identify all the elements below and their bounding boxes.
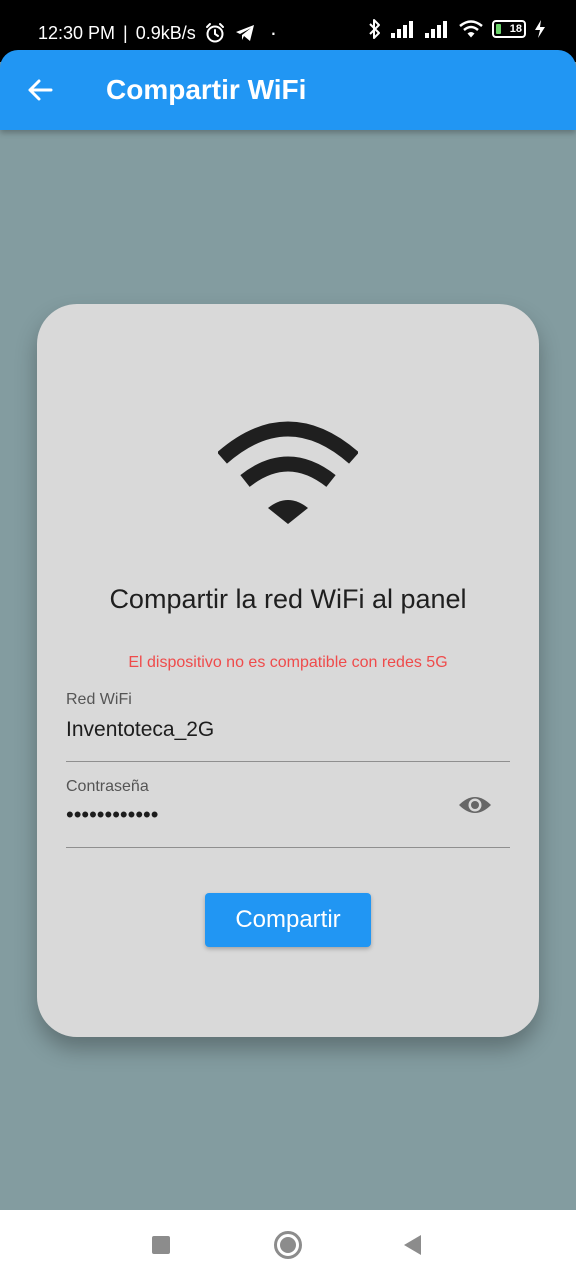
- password-underline: [66, 847, 510, 848]
- compatibility-warning: El dispositivo no es compatible con rede…: [128, 654, 448, 671]
- home-icon-inner: [280, 1237, 296, 1253]
- recents-icon[interactable]: [152, 1236, 170, 1254]
- app-title: Compartir WiFi: [106, 74, 307, 105]
- app-bar: Compartir WiFi: [0, 50, 576, 130]
- password-field[interactable]: ••••••••••••: [66, 802, 158, 828]
- signal-icon: [391, 21, 413, 38]
- system-nav-bar: [0, 1210, 576, 1280]
- back-icon[interactable]: [404, 1235, 421, 1255]
- battery-fill: [496, 24, 501, 34]
- arrow-left-icon: [28, 79, 53, 101]
- alarm-icon: [205, 23, 224, 43]
- password-label: Contraseña: [66, 778, 149, 795]
- network-speed: 0.9kB/s: [135, 22, 196, 43]
- card-title: Compartir la red WiFi al panel: [109, 584, 467, 614]
- back-button[interactable]: [22, 72, 58, 108]
- signal-icon-2: [425, 21, 447, 38]
- telegram-icon: [235, 25, 254, 41]
- charging-icon: [535, 20, 545, 38]
- wifi-network-field[interactable]: Inventoteca_2G: [66, 718, 214, 742]
- status-time: 12:30 PM: [38, 22, 116, 43]
- wifi-status-icon: [459, 20, 483, 38]
- wifi-icon: [218, 421, 358, 524]
- battery-icon: 18: [492, 20, 526, 38]
- share-button[interactable]: Compartir: [205, 893, 371, 947]
- status-dot: ·: [269, 20, 278, 45]
- battery-level: 18: [509, 23, 522, 35]
- eye-icon: [459, 797, 491, 813]
- toggle-password-visibility-button[interactable]: [456, 789, 494, 821]
- bluetooth-icon: [369, 19, 380, 39]
- home-icon[interactable]: [274, 1231, 302, 1259]
- status-separator: |: [123, 22, 128, 43]
- wifi-network-underline: [66, 761, 510, 762]
- wifi-network-label: Red WiFi: [66, 691, 132, 708]
- status-left: 12:30 PM | 0.9kB/s ·: [38, 20, 277, 46]
- status-right: 18: [368, 18, 546, 40]
